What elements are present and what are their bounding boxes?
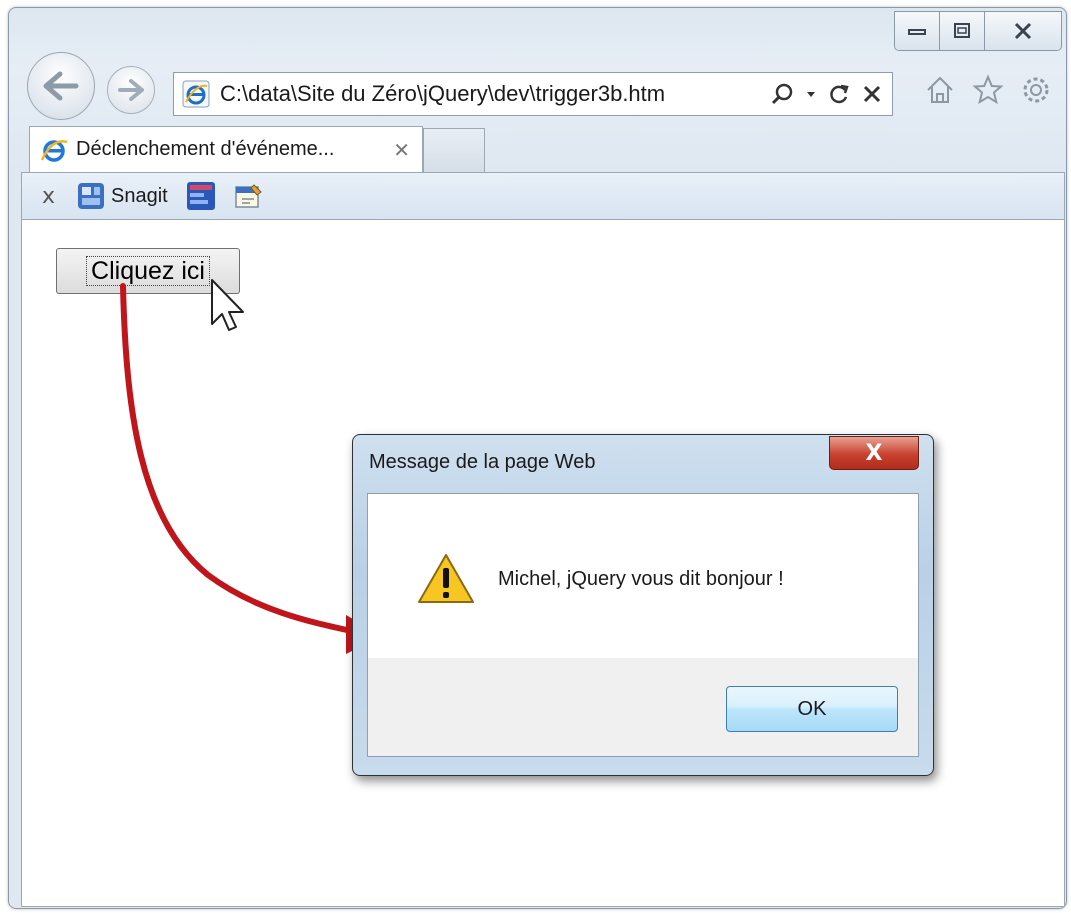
snagit-button[interactable]: Snagit (77, 182, 168, 210)
minimize-icon (908, 29, 926, 35)
panel-icon[interactable] (186, 181, 216, 211)
tools-gear-icon[interactable] (1020, 74, 1052, 106)
refresh-icon[interactable] (828, 83, 850, 105)
back-button[interactable] (27, 52, 95, 120)
close-icon (1014, 22, 1032, 40)
snagit-label: Snagit (111, 184, 168, 207)
close-window-button[interactable] (985, 12, 1061, 50)
close-favorites-bar-button[interactable]: x (42, 184, 55, 209)
dropdown-arrow-icon[interactable] (806, 89, 816, 99)
dialog-message: Michel, jQuery vous dit bonjour ! (498, 568, 784, 590)
snagit-icon (78, 183, 105, 209)
edit-notes-icon[interactable] (234, 181, 264, 211)
home-icon[interactable] (924, 74, 956, 106)
favorites-star-icon[interactable] (972, 74, 1004, 106)
warning-icon (418, 554, 474, 603)
forward-button[interactable] (107, 66, 155, 114)
ie-tab-icon (40, 139, 68, 162)
minimize-button[interactable] (895, 12, 940, 50)
address-url: C:\data\Site du Zéro\jQuery\dev\trigger3… (220, 81, 666, 106)
search-icon[interactable] (770, 82, 794, 106)
tab-active[interactable]: Déclenchement d'événeme... ✕ (29, 126, 423, 172)
ok-button[interactable]: OK (726, 686, 898, 732)
stop-icon[interactable] (862, 84, 882, 104)
new-tab-button[interactable] (423, 128, 485, 172)
toolbar-right-icons (924, 74, 1052, 106)
dialog-close-button[interactable]: X (829, 436, 919, 470)
favorites-bar: x Snagit (21, 172, 1065, 220)
dialog-title: Message de la page Web (369, 451, 596, 473)
address-bar[interactable]: C:\data\Site du Zéro\jQuery\dev\trigger3… (173, 72, 893, 116)
dialog-footer: OK (368, 658, 918, 756)
ie-icon (182, 80, 210, 108)
dialog-body: Michel, jQuery vous dit bonjour ! OK (367, 493, 919, 757)
restore-icon (954, 23, 970, 38)
cliquez-ici-button[interactable]: Cliquez ici (56, 248, 240, 294)
cliquez-ici-label: Cliquez ici (86, 256, 210, 286)
forward-icon (118, 79, 144, 101)
caption-buttons (894, 11, 1062, 51)
address-tools (770, 82, 882, 106)
alert-dialog: Message de la page Web X Michel, jQuery … (352, 434, 934, 776)
tab-title: Déclenchement d'événeme... (76, 138, 335, 160)
tab-close-icon[interactable]: ✕ (393, 138, 410, 162)
back-icon (43, 71, 79, 101)
restore-button[interactable] (940, 12, 985, 50)
